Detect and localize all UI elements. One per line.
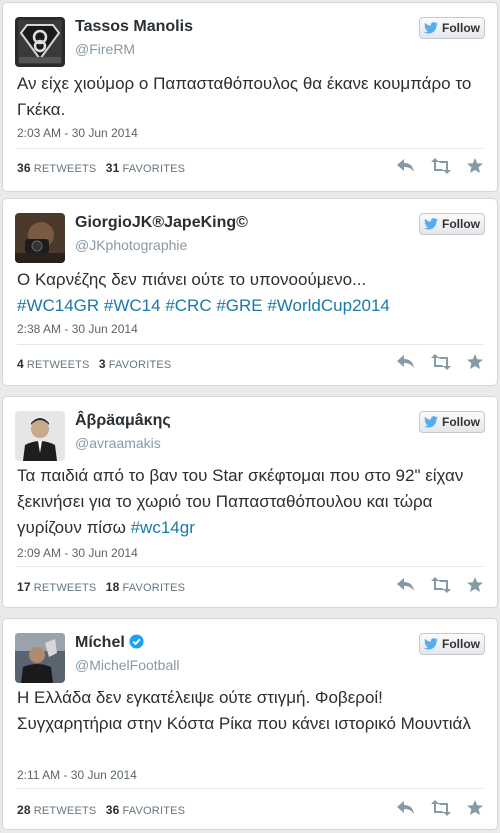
tweet-timestamp[interactable]: 2:38 AM - 30 Jun 2014 xyxy=(17,322,138,336)
tweet-hashtags[interactable]: #WC14GR #WC14 #CRC #GRE #WorldCup2014 xyxy=(17,296,390,315)
favorite-count[interactable]: 18 xyxy=(106,580,120,594)
tweet-card: Âβρäαμâκης @avraamakis Follow Τα παιδιά … xyxy=(2,396,498,608)
divider xyxy=(17,344,483,345)
author-handle[interactable]: @FireRM xyxy=(75,41,135,57)
author-name[interactable]: Míchel xyxy=(75,634,144,652)
tweet-stats: 4 RETWEETS 3 FAVORITES xyxy=(17,357,171,371)
retweets-label: RETWEETS xyxy=(26,359,90,371)
reply-icon[interactable] xyxy=(397,354,415,370)
tweet-text: Ο Καρνέζης δεν πιάνει ούτε το υπονοούμεν… xyxy=(17,267,483,319)
divider xyxy=(17,566,483,567)
tweet-actions xyxy=(397,158,483,174)
author-name[interactable]: Tassos Manolis xyxy=(75,18,193,36)
follow-label: Follow xyxy=(442,21,480,35)
tweet-body: Τα παιδιά από το βαν του Star σκέφτομαι … xyxy=(17,466,464,537)
avatar[interactable] xyxy=(15,17,65,67)
tweet-stats: 28 RETWEETS 36 FAVORITES xyxy=(17,803,185,817)
tweet-actions xyxy=(397,577,483,593)
avatar[interactable] xyxy=(15,411,65,461)
retweet-icon[interactable] xyxy=(431,800,451,816)
favorites-label: FAVORITES xyxy=(108,359,172,371)
divider xyxy=(17,788,483,789)
twitter-bird-icon xyxy=(424,638,438,650)
favorite-count[interactable]: 3 xyxy=(99,357,106,371)
follow-button[interactable]: Follow xyxy=(419,633,485,655)
favorite-icon[interactable] xyxy=(467,158,483,174)
favorites-label: FAVORITES xyxy=(122,163,186,175)
divider xyxy=(17,148,483,149)
verified-badge-icon xyxy=(129,634,144,649)
retweet-count[interactable]: 17 xyxy=(17,580,31,594)
tweet-card: GiorgioJK®JapeKing© @JKphotographie Foll… xyxy=(2,198,498,386)
follow-label: Follow xyxy=(442,637,480,651)
tweet-body: Ο Καρνέζης δεν πιάνει ούτε το υπονοούμεν… xyxy=(17,270,367,289)
retweets-label: RETWEETS xyxy=(33,582,97,594)
retweet-icon[interactable] xyxy=(431,158,451,174)
reply-icon[interactable] xyxy=(397,800,415,816)
retweet-count[interactable]: 4 xyxy=(17,357,24,371)
tweet-timestamp[interactable]: 2:09 AM - 30 Jun 2014 xyxy=(17,546,138,560)
twitter-bird-icon xyxy=(424,416,438,428)
reply-icon[interactable] xyxy=(397,158,415,174)
retweet-count[interactable]: 28 xyxy=(17,803,31,817)
author-handle[interactable]: @MichelFootball xyxy=(75,657,179,673)
follow-button[interactable]: Follow xyxy=(419,213,485,235)
tweet-text: Η Ελλάδα δεν εγκατέλειψε ούτε στιγμή. Φο… xyxy=(17,685,483,737)
retweets-label: RETWEETS xyxy=(33,805,97,817)
retweet-icon[interactable] xyxy=(431,354,451,370)
favorites-label: FAVORITES xyxy=(122,805,186,817)
favorites-label: FAVORITES xyxy=(122,582,186,594)
tweet-actions xyxy=(397,354,483,370)
favorite-icon[interactable] xyxy=(467,577,483,593)
avatar[interactable] xyxy=(15,633,65,683)
tweet-stats: 36 RETWEETS 31 FAVORITES xyxy=(17,161,185,175)
tweet-card: Tassos Manolis @FireRM Follow Αν είχε χι… xyxy=(2,2,498,192)
tweet-body: Αν είχε χιούμορ ο Παπασταθόπουλος θα έκα… xyxy=(17,74,472,119)
tweet-text: Τα παιδιά από το βαν του Star σκέφτομαι … xyxy=(17,463,483,541)
tweet-hashtags[interactable]: #wc14gr xyxy=(131,518,195,537)
author-name[interactable]: Âβρäαμâκης xyxy=(75,412,171,430)
retweet-icon[interactable] xyxy=(431,577,451,593)
follow-button[interactable]: Follow xyxy=(419,411,485,433)
author-name[interactable]: GiorgioJK®JapeKing© xyxy=(75,214,248,232)
twitter-bird-icon xyxy=(424,22,438,34)
tweet-actions xyxy=(397,800,483,816)
twitter-bird-icon xyxy=(424,218,438,230)
retweet-count[interactable]: 36 xyxy=(17,161,31,175)
tweet-body: Η Ελλάδα δεν εγκατέλειψε ούτε στιγμή. Φο… xyxy=(17,688,471,733)
favorite-icon[interactable] xyxy=(467,800,483,816)
author-handle[interactable]: @avraamakis xyxy=(75,435,161,451)
avatar[interactable] xyxy=(15,213,65,263)
follow-label: Follow xyxy=(442,217,480,231)
author-handle[interactable]: @JKphotographie xyxy=(75,237,187,253)
follow-label: Follow xyxy=(442,415,480,429)
author-name-text: Míchel xyxy=(75,634,125,651)
tweet-timestamp[interactable]: 2:03 AM - 30 Jun 2014 xyxy=(17,126,138,140)
retweets-label: RETWEETS xyxy=(33,163,97,175)
tweet-text: Αν είχε χιούμορ ο Παπασταθόπουλος θα έκα… xyxy=(17,71,483,123)
tweet-stats: 17 RETWEETS 18 FAVORITES xyxy=(17,580,185,594)
reply-icon[interactable] xyxy=(397,577,415,593)
tweet-card: Míchel @MichelFootball Follow Η Ελλάδα δ… xyxy=(2,618,498,830)
follow-button[interactable]: Follow xyxy=(419,17,485,39)
favorite-icon[interactable] xyxy=(467,354,483,370)
tweet-timestamp[interactable]: 2:11 AM - 30 Jun 2014 xyxy=(17,768,137,782)
favorite-count[interactable]: 31 xyxy=(106,161,120,175)
favorite-count[interactable]: 36 xyxy=(106,803,120,817)
